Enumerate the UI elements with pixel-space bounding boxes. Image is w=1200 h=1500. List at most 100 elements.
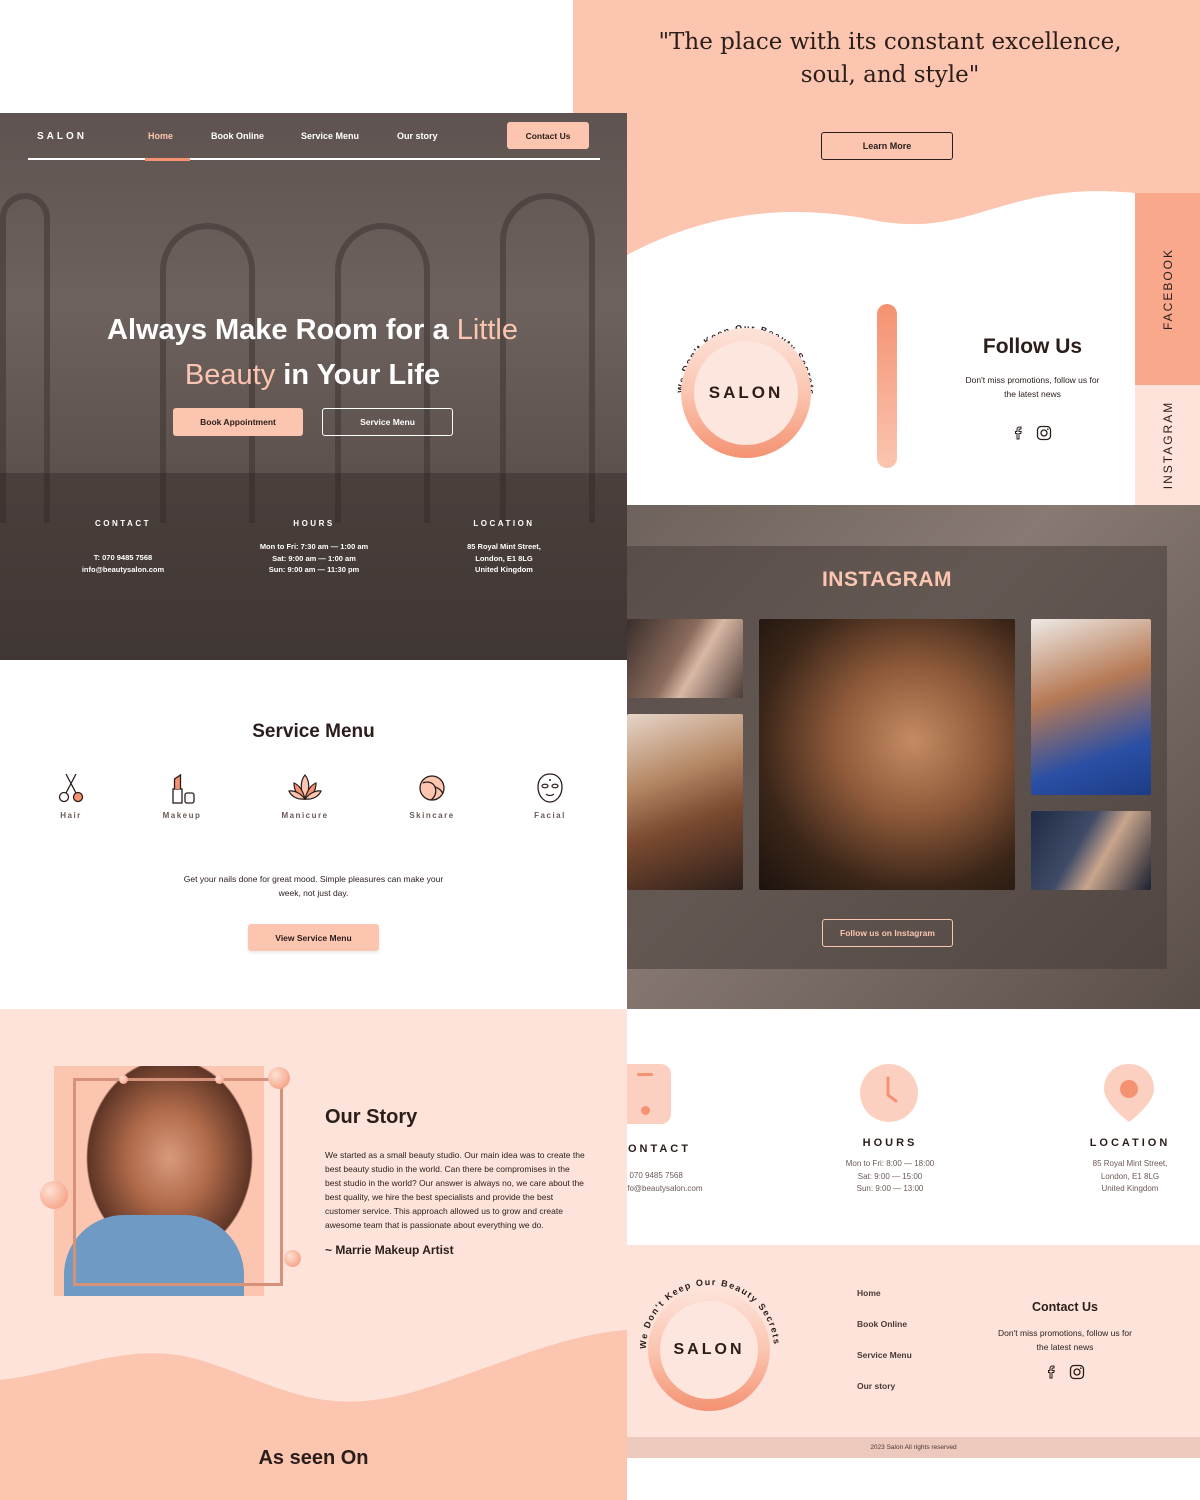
contact-email: info@beautysalon.com [627, 1183, 703, 1193]
hours-line: Sun: 9:00 — 13:00 [856, 1184, 924, 1193]
service-label: Manicure [281, 811, 329, 820]
story-signature: ~ Marrie Makeup Artist [325, 1243, 454, 1257]
brand-logo[interactable]: SALON [37, 131, 87, 142]
nav-home[interactable]: Home [148, 131, 173, 141]
service-label: Hair [60, 811, 82, 820]
decorative-pill [877, 304, 897, 468]
facebook-icon[interactable] [1012, 425, 1026, 441]
learn-more-button[interactable]: Learn More [821, 132, 953, 160]
instagram-photo[interactable] [1031, 619, 1151, 795]
view-service-menu-button[interactable]: View Service Menu [248, 924, 379, 951]
story-wave-decoration [0, 1330, 627, 1500]
hero-hours-heading: HOURS [293, 519, 335, 528]
clock-icon [860, 1064, 918, 1122]
contact-details: T: 070 9485 7568 info@beautysalon.com [627, 1170, 707, 1195]
hero-location-details: 85 Royal Mint Street, London, E1 8LG Uni… [434, 541, 574, 576]
decorative-dot [284, 1250, 301, 1267]
location-pin-icon [1104, 1064, 1154, 1122]
footer-link-service-menu[interactable]: Service Menu [857, 1350, 912, 1360]
instagram-title: INSTAGRAM [821, 568, 953, 591]
hero-phone: T: 070 9485 7568 [93, 553, 153, 562]
follow-instagram-button[interactable]: Follow us on Instagram [822, 919, 953, 947]
hero-email: info@beautysalon.com [81, 564, 165, 574]
service-menu-title: Service Menu [252, 721, 375, 742]
instagram-photo[interactable] [759, 619, 1015, 890]
location-line: 85 Royal Mint Street, [467, 542, 541, 551]
service-description: Get your nails done for great mood. Simp… [183, 874, 444, 898]
service-menu-button[interactable]: Service Menu [322, 408, 453, 436]
instagram-tab-label: INSTAGRAM [1160, 400, 1175, 490]
lipstick-icon [172, 773, 195, 804]
hours-line: Sat: 9:00 — 15:00 [857, 1171, 923, 1181]
social-icons [1012, 424, 1057, 441]
contact-heading: CONTACT [627, 1143, 691, 1155]
decorative-dot [40, 1181, 68, 1209]
facebook-side-tab[interactable]: FACEBOOK [1135, 193, 1200, 385]
hero-contact-heading: CONTACT [94, 519, 151, 528]
follow-title: Follow Us [982, 335, 1083, 358]
contact-us-button[interactable]: Contact Us [507, 122, 589, 149]
our-story-text: We started as a small beauty studio. Our… [325, 1150, 585, 1230]
service-label: Facial [534, 811, 566, 820]
facebook-tab-label: FACEBOOK [1160, 247, 1175, 331]
salon-logo: We Don't Keep Our Beauty Secrets SALON [676, 318, 816, 458]
nav-divider [28, 158, 600, 160]
instagram-photo[interactable] [627, 619, 743, 698]
hours-line: Sat: 9:00 am — 1:00 am [272, 553, 356, 563]
face-mask-icon [537, 773, 563, 803]
location-line: United Kingdom [1101, 1184, 1159, 1193]
contact-phone: T: 070 9485 7568 [627, 1171, 683, 1180]
quote-text: "The place with its constant excellence,… [658, 29, 1122, 88]
decorative-dot [215, 1075, 224, 1084]
facebook-icon[interactable] [1045, 1364, 1059, 1380]
follow-description: Don't miss promotions, follow us for the… [965, 375, 1100, 399]
footer-link-our-story[interactable]: Our story [857, 1381, 895, 1391]
hours-heading: HOURS [862, 1137, 918, 1149]
service-makeup[interactable]: Makeup [142, 771, 222, 820]
location-line: London, E1 8LG [1100, 1171, 1160, 1181]
our-story-title: Our Story [325, 1106, 418, 1128]
hero-hours-details: Mon to Fri: 7:30 am — 1:00 am Sat: 9:00 … [244, 541, 384, 576]
hero-title-highlight: Beauty [184, 359, 276, 391]
service-label: Makeup [162, 811, 202, 820]
hours-line: Mon to Fri: 8:00 — 18:00 [845, 1159, 935, 1168]
instagram-side-tab[interactable]: INSTAGRAM [1135, 385, 1200, 505]
photo-frame [73, 1078, 283, 1286]
nav-active-indicator [145, 158, 190, 161]
instagram-icon[interactable] [1036, 425, 1052, 441]
hero-title-text: Always Make Room for a [107, 314, 457, 346]
service-facial[interactable]: Facial [510, 771, 590, 820]
logo-name: SALON [694, 341, 798, 445]
nav-book-online[interactable]: Book Online [211, 131, 264, 141]
service-label: Skincare [409, 811, 455, 820]
service-manicure[interactable]: Manicure [265, 771, 345, 820]
instagram-photo[interactable] [627, 714, 743, 890]
service-skincare[interactable]: Skincare [392, 771, 472, 820]
hours-details: Mon to Fri: 8:00 — 18:00 Sat: 9:00 — 15:… [820, 1158, 960, 1196]
copyright: 2023 Salon All rights reserved [627, 1437, 1200, 1458]
scissors-icon [58, 773, 84, 803]
nav-our-story[interactable]: Our story [397, 131, 438, 141]
phone-icon [627, 1064, 671, 1124]
location-details: 85 Royal Mint Street, London, E1 8LG Uni… [1070, 1158, 1190, 1196]
footer-social-icons [1045, 1363, 1090, 1380]
hero-title: Always Make Room for a Little Beauty in … [60, 308, 565, 398]
instagram-icon[interactable] [1069, 1364, 1085, 1380]
instagram-photo[interactable] [1031, 811, 1151, 890]
footer-link-book-online[interactable]: Book Online [857, 1319, 907, 1329]
nav-service-menu[interactable]: Service Menu [301, 131, 359, 141]
decorative-dot [268, 1067, 290, 1089]
hero-title-highlight: Little [456, 314, 518, 346]
footer-link-home[interactable]: Home [857, 1288, 881, 1298]
location-line: United Kingdom [475, 565, 533, 574]
location-line: London, E1 8LG [475, 553, 533, 563]
book-appointment-button[interactable]: Book Appointment [173, 408, 303, 436]
footer-salon-logo: We Don't Keep Our Beauty Secrets SALON [640, 1277, 780, 1417]
as-seen-on-title: As seen On [258, 1447, 369, 1469]
skincare-icon [419, 775, 445, 801]
hero-title-text: in Your Life [275, 359, 441, 391]
hero-contact-details: T: 070 9485 7568 info@beautysalon.com [63, 552, 183, 575]
service-hair[interactable]: Hair [31, 771, 111, 820]
location-heading: LOCATION [1089, 1137, 1171, 1149]
lotus-icon [288, 774, 322, 801]
